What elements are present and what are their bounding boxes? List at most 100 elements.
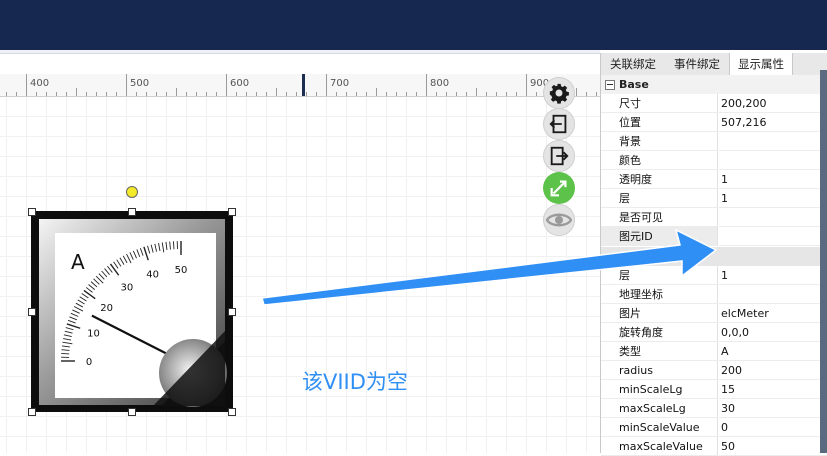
- ruler-tick: [116, 92, 117, 96]
- property-value[interactable]: [719, 151, 827, 170]
- property-key: 类型: [601, 342, 718, 361]
- ruler-label: 800: [430, 78, 449, 89]
- property-row[interactable]: 类型A: [601, 342, 827, 361]
- property-value[interactable]: [719, 132, 827, 151]
- property-value[interactable]: 1: [719, 266, 827, 285]
- property-value[interactable]: 0: [719, 418, 827, 437]
- property-value[interactable]: 30: [719, 399, 827, 418]
- property-row[interactable]: 旋转角度0,0,0: [601, 323, 827, 342]
- tab-display-props[interactable]: 显示属性: [729, 53, 793, 75]
- resize-handle-bottom-right[interactable]: [228, 408, 236, 416]
- top-header-bar: [0, 0, 827, 50]
- scale-label: 50: [175, 265, 188, 276]
- property-row[interactable]: maxScaleValue50: [601, 437, 827, 456]
- property-value[interactable]: 0,0,0: [719, 323, 827, 342]
- property-row[interactable]: 是否可见: [601, 208, 827, 227]
- panel-tabs: 关联绑定 事件绑定 显示属性: [601, 53, 827, 76]
- ruler-label: 500: [130, 78, 149, 89]
- property-value[interactable]: [719, 285, 827, 304]
- property-value[interactable]: [719, 208, 827, 227]
- property-row[interactable]: radius200: [601, 361, 827, 380]
- tab-binding[interactable]: 关联绑定: [601, 53, 665, 75]
- property-key: minScaleValue: [601, 418, 718, 437]
- property-value[interactable]: 200: [719, 361, 827, 380]
- property-value[interactable]: 1: [719, 189, 827, 208]
- ruler-tick: [86, 92, 87, 96]
- settings-button[interactable]: [543, 77, 575, 109]
- ruler-tick: [426, 74, 427, 96]
- group-header-base[interactable]: Base: [601, 75, 827, 94]
- property-row[interactable]: 尺寸200,200: [601, 94, 827, 113]
- ruler-tick: [246, 92, 247, 96]
- resize-handle-top-left[interactable]: [28, 208, 36, 216]
- property-value[interactable]: 50: [719, 437, 827, 456]
- tab-events[interactable]: 事件绑定: [665, 53, 729, 75]
- visibility-button[interactable]: [543, 204, 575, 236]
- export-button[interactable]: [543, 140, 575, 172]
- resize-handle-right[interactable]: [228, 308, 236, 316]
- ruler-label: 600: [230, 78, 249, 89]
- property-key: maxScaleLg: [601, 399, 718, 418]
- property-row[interactable]: 图元ID: [601, 227, 827, 246]
- ruler-tick: [226, 74, 227, 96]
- property-row[interactable]: 背景: [601, 132, 827, 151]
- place-element-button[interactable]: [543, 172, 575, 204]
- property-row[interactable]: maxScaleLg30: [601, 399, 827, 418]
- ruler-tick: [26, 74, 27, 96]
- property-key: 层: [601, 266, 718, 285]
- ruler-tick: [196, 92, 197, 96]
- collapse-icon[interactable]: [605, 80, 615, 90]
- ruler-tick: [576, 88, 577, 96]
- ammeter-element[interactable]: 01020304050 A: [31, 211, 233, 412]
- ruler-tick: [136, 92, 137, 96]
- rotate-handle[interactable]: [126, 186, 138, 198]
- ruler-tick: [416, 92, 417, 96]
- property-value[interactable]: 200,200: [719, 94, 827, 113]
- ruler-tick: [506, 92, 507, 96]
- property-value[interactable]: [719, 227, 827, 246]
- annotation-text: 该VIID为空: [302, 366, 408, 396]
- property-row[interactable]: 透明度1: [601, 170, 827, 189]
- property-row[interactable]: 地理坐标: [601, 285, 827, 304]
- ruler-tick: [586, 92, 587, 96]
- resize-handle-left[interactable]: [28, 308, 36, 316]
- ruler-tick: [516, 92, 517, 96]
- import-button[interactable]: [543, 108, 575, 140]
- resize-handle-bottom[interactable]: [128, 408, 136, 416]
- property-row[interactable]: 图片elcMeter: [601, 304, 827, 323]
- ruler-tick: [6, 92, 7, 96]
- ruler-tick: [366, 92, 367, 96]
- ruler-tick: [46, 92, 47, 96]
- property-key: 旋转角度: [601, 323, 718, 342]
- ruler-tick: [476, 88, 477, 96]
- property-row[interactable]: 层1: [601, 189, 827, 208]
- export-icon: [548, 145, 570, 167]
- property-value[interactable]: elcMeter: [719, 304, 827, 323]
- property-value[interactable]: 1: [719, 170, 827, 189]
- resize-handle-top[interactable]: [128, 208, 136, 216]
- property-row[interactable]: minScaleValue0: [601, 418, 827, 437]
- property-row[interactable]: 层1: [601, 266, 827, 285]
- scale-tick: [61, 353, 69, 354]
- ruler-tick: [76, 88, 77, 96]
- ruler-tick: [256, 92, 257, 96]
- property-row[interactable]: 颜色: [601, 151, 827, 170]
- ruler-tick: [346, 92, 347, 96]
- property-row[interactable]: minScaleLg15: [601, 380, 827, 399]
- property-row[interactable]: 位置507,216: [601, 113, 827, 132]
- ruler-tick: [286, 92, 287, 96]
- property-value[interactable]: 15: [719, 380, 827, 399]
- property-key: 透明度: [601, 170, 718, 189]
- ruler-tick: [396, 92, 397, 96]
- toolbar-strip: [0, 50, 600, 54]
- resize-handle-top-right[interactable]: [228, 208, 236, 216]
- property-key: 层: [601, 189, 718, 208]
- property-value[interactable]: 507,216: [719, 113, 827, 132]
- ruler-tick: [186, 92, 187, 96]
- property-value[interactable]: A: [719, 342, 827, 361]
- ruler-tick: [66, 92, 67, 96]
- property-key: 图元ID: [601, 227, 718, 246]
- property-key: 颜色: [601, 151, 718, 170]
- ruler-tick: [176, 88, 177, 96]
- resize-handle-bottom-left[interactable]: [28, 408, 36, 416]
